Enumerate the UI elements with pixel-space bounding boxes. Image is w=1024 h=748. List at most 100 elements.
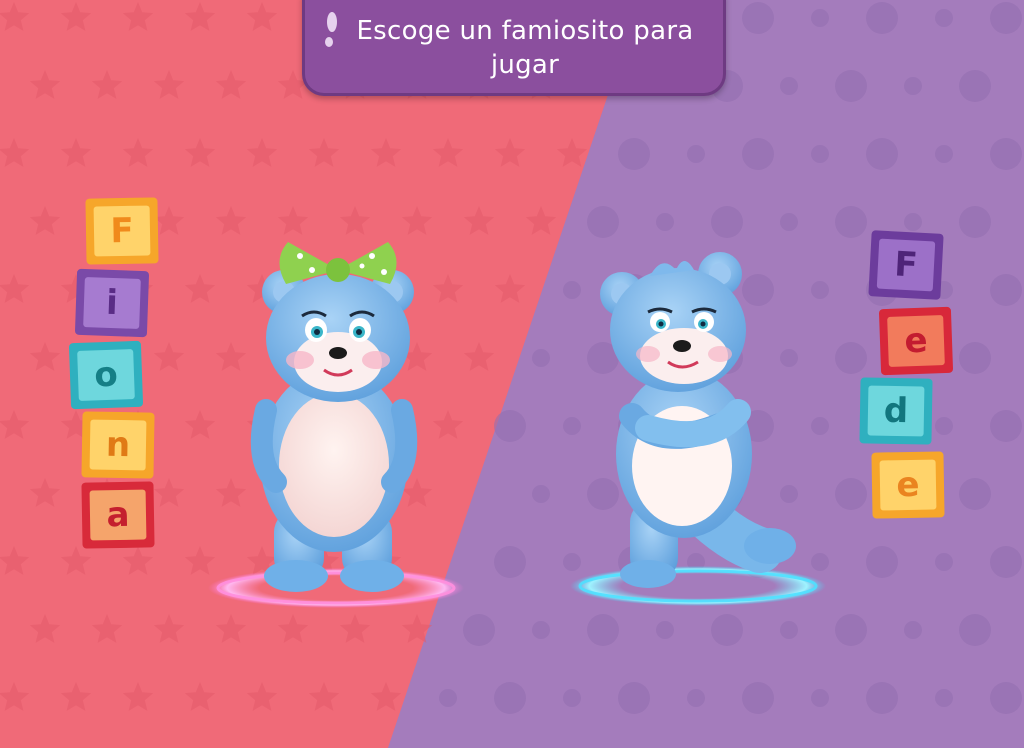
bg-star [153, 478, 185, 507]
bg-dot [990, 682, 1022, 714]
instruction-banner: Escoge un famiosito para jugar [302, 0, 726, 96]
block-letter: F [893, 244, 919, 286]
bg-star [0, 2, 30, 31]
bg-star [29, 342, 61, 371]
bg-star [370, 682, 402, 711]
bg-dot [687, 145, 705, 163]
bg-dot [532, 485, 550, 503]
letter-block: e [878, 306, 954, 376]
bear-fede-figure[interactable] [560, 240, 840, 620]
bg-dot [904, 621, 922, 639]
bg-star [184, 138, 216, 167]
bg-dot [935, 145, 953, 163]
block-letter: o [93, 354, 119, 396]
bg-star [91, 70, 123, 99]
bg-star [122, 138, 154, 167]
letter-block: F [868, 230, 944, 300]
bg-dot [835, 206, 867, 238]
game-scene: Escoge un famiosito para jugar F i o n a… [0, 0, 1024, 748]
bg-star [494, 138, 526, 167]
bg-star [184, 682, 216, 711]
block-letter: a [106, 494, 130, 536]
speech-dots-icon [325, 12, 337, 47]
bg-dot [656, 213, 674, 231]
bg-star [308, 682, 340, 711]
block-letter: d [883, 390, 909, 432]
bg-dot [935, 553, 953, 571]
block-letter: e [903, 320, 929, 362]
bg-star [184, 2, 216, 31]
bg-star [29, 478, 61, 507]
letter-block: F [85, 197, 159, 265]
bg-dot [532, 349, 550, 367]
bg-dot [959, 614, 991, 646]
bg-star [153, 614, 185, 643]
bg-dot [494, 546, 526, 578]
bg-dot [935, 9, 953, 27]
bg-star [91, 614, 123, 643]
bg-star [153, 70, 185, 99]
bg-dot [959, 206, 991, 238]
bg-star [370, 138, 402, 167]
bg-star [432, 138, 464, 167]
letter-block: o [68, 340, 144, 410]
block-letter: F [110, 210, 134, 252]
bg-dot [990, 410, 1022, 442]
bg-dot [904, 213, 922, 231]
letter-block: e [871, 451, 945, 519]
bg-dot [866, 138, 898, 170]
bg-star [0, 410, 30, 439]
bg-dot [742, 682, 774, 714]
block-letter: e [896, 464, 920, 506]
letter-block: i [74, 268, 150, 338]
bg-star [215, 70, 247, 99]
bg-dot [780, 213, 798, 231]
bg-star [60, 2, 92, 31]
bg-star [122, 2, 154, 31]
bg-dot [811, 9, 829, 27]
letter-block: n [81, 411, 155, 479]
bg-dot [494, 410, 526, 442]
bg-dot [935, 689, 953, 707]
bg-star [29, 70, 61, 99]
bg-dot [990, 2, 1022, 34]
bg-star [153, 206, 185, 235]
bg-dot [959, 342, 991, 374]
bg-star [246, 2, 278, 31]
bg-dot [618, 138, 650, 170]
bg-star [0, 138, 30, 167]
bg-dot [742, 2, 774, 34]
block-letter: i [105, 282, 119, 324]
bg-dot [656, 621, 674, 639]
bg-dot [990, 274, 1022, 306]
bg-dot [835, 70, 867, 102]
bg-star [60, 546, 92, 575]
bg-dot [742, 138, 774, 170]
bg-dot [780, 77, 798, 95]
bg-dot [811, 145, 829, 163]
bg-dot [935, 417, 953, 435]
bg-dot [866, 2, 898, 34]
bg-star [60, 682, 92, 711]
letter-block: a [81, 481, 155, 549]
bg-star [525, 206, 557, 235]
block-letter: n [105, 424, 131, 466]
bg-star [29, 206, 61, 235]
bg-star [246, 682, 278, 711]
letter-block: d [859, 377, 933, 445]
bg-star [29, 614, 61, 643]
bg-dot [587, 206, 619, 238]
background-pattern [0, 2, 1022, 714]
bg-dot [990, 546, 1022, 578]
bg-dot [563, 689, 581, 707]
bg-star [122, 546, 154, 575]
bg-dot [959, 70, 991, 102]
bg-dot [811, 689, 829, 707]
bg-star [60, 138, 92, 167]
bg-dot [532, 621, 550, 639]
bg-dot [439, 689, 457, 707]
bg-star [246, 138, 278, 167]
bg-star [556, 138, 588, 167]
bear-fiona-figure[interactable] [196, 220, 486, 620]
bg-dot [904, 77, 922, 95]
